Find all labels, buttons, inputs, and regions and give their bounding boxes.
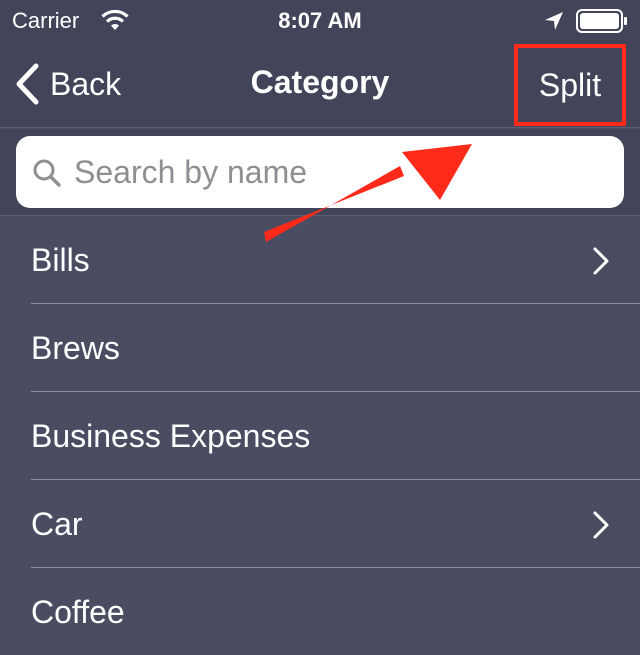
- location-arrow-icon: [545, 12, 563, 30]
- list-item-bills[interactable]: Bills: [0, 216, 640, 304]
- screen: Carrier 8:07 AM Back Category Split Sear…: [0, 0, 640, 655]
- search-input[interactable]: [74, 146, 604, 198]
- search-icon: [33, 159, 61, 187]
- chevron-right-icon: [593, 247, 609, 275]
- battery-icon: [576, 9, 627, 33]
- list-item-label: Business Expenses: [31, 418, 311, 454]
- search-box[interactable]: [16, 136, 624, 208]
- status-bar: Carrier 8:07 AM: [0, 0, 640, 40]
- list-item-brews[interactable]: Brews: [0, 304, 640, 392]
- search-bar: [0, 129, 640, 216]
- list-item-label: Car: [31, 506, 83, 542]
- split-button[interactable]: Split: [514, 44, 626, 126]
- list-item-business-expenses[interactable]: Business Expenses: [0, 392, 640, 480]
- list-item-label: Bills: [31, 242, 90, 278]
- category-list: Bills Brews Business Expenses Car Coffee: [0, 216, 640, 655]
- chevron-right-icon: [593, 511, 609, 539]
- list-item-label: Coffee: [31, 594, 125, 630]
- list-item-coffee[interactable]: Coffee: [0, 568, 640, 655]
- list-item-car[interactable]: Car: [0, 480, 640, 568]
- list-item-label: Brews: [31, 330, 120, 366]
- split-label: Split: [538, 66, 602, 103]
- navigation-bar: Back Category Split: [0, 40, 640, 128]
